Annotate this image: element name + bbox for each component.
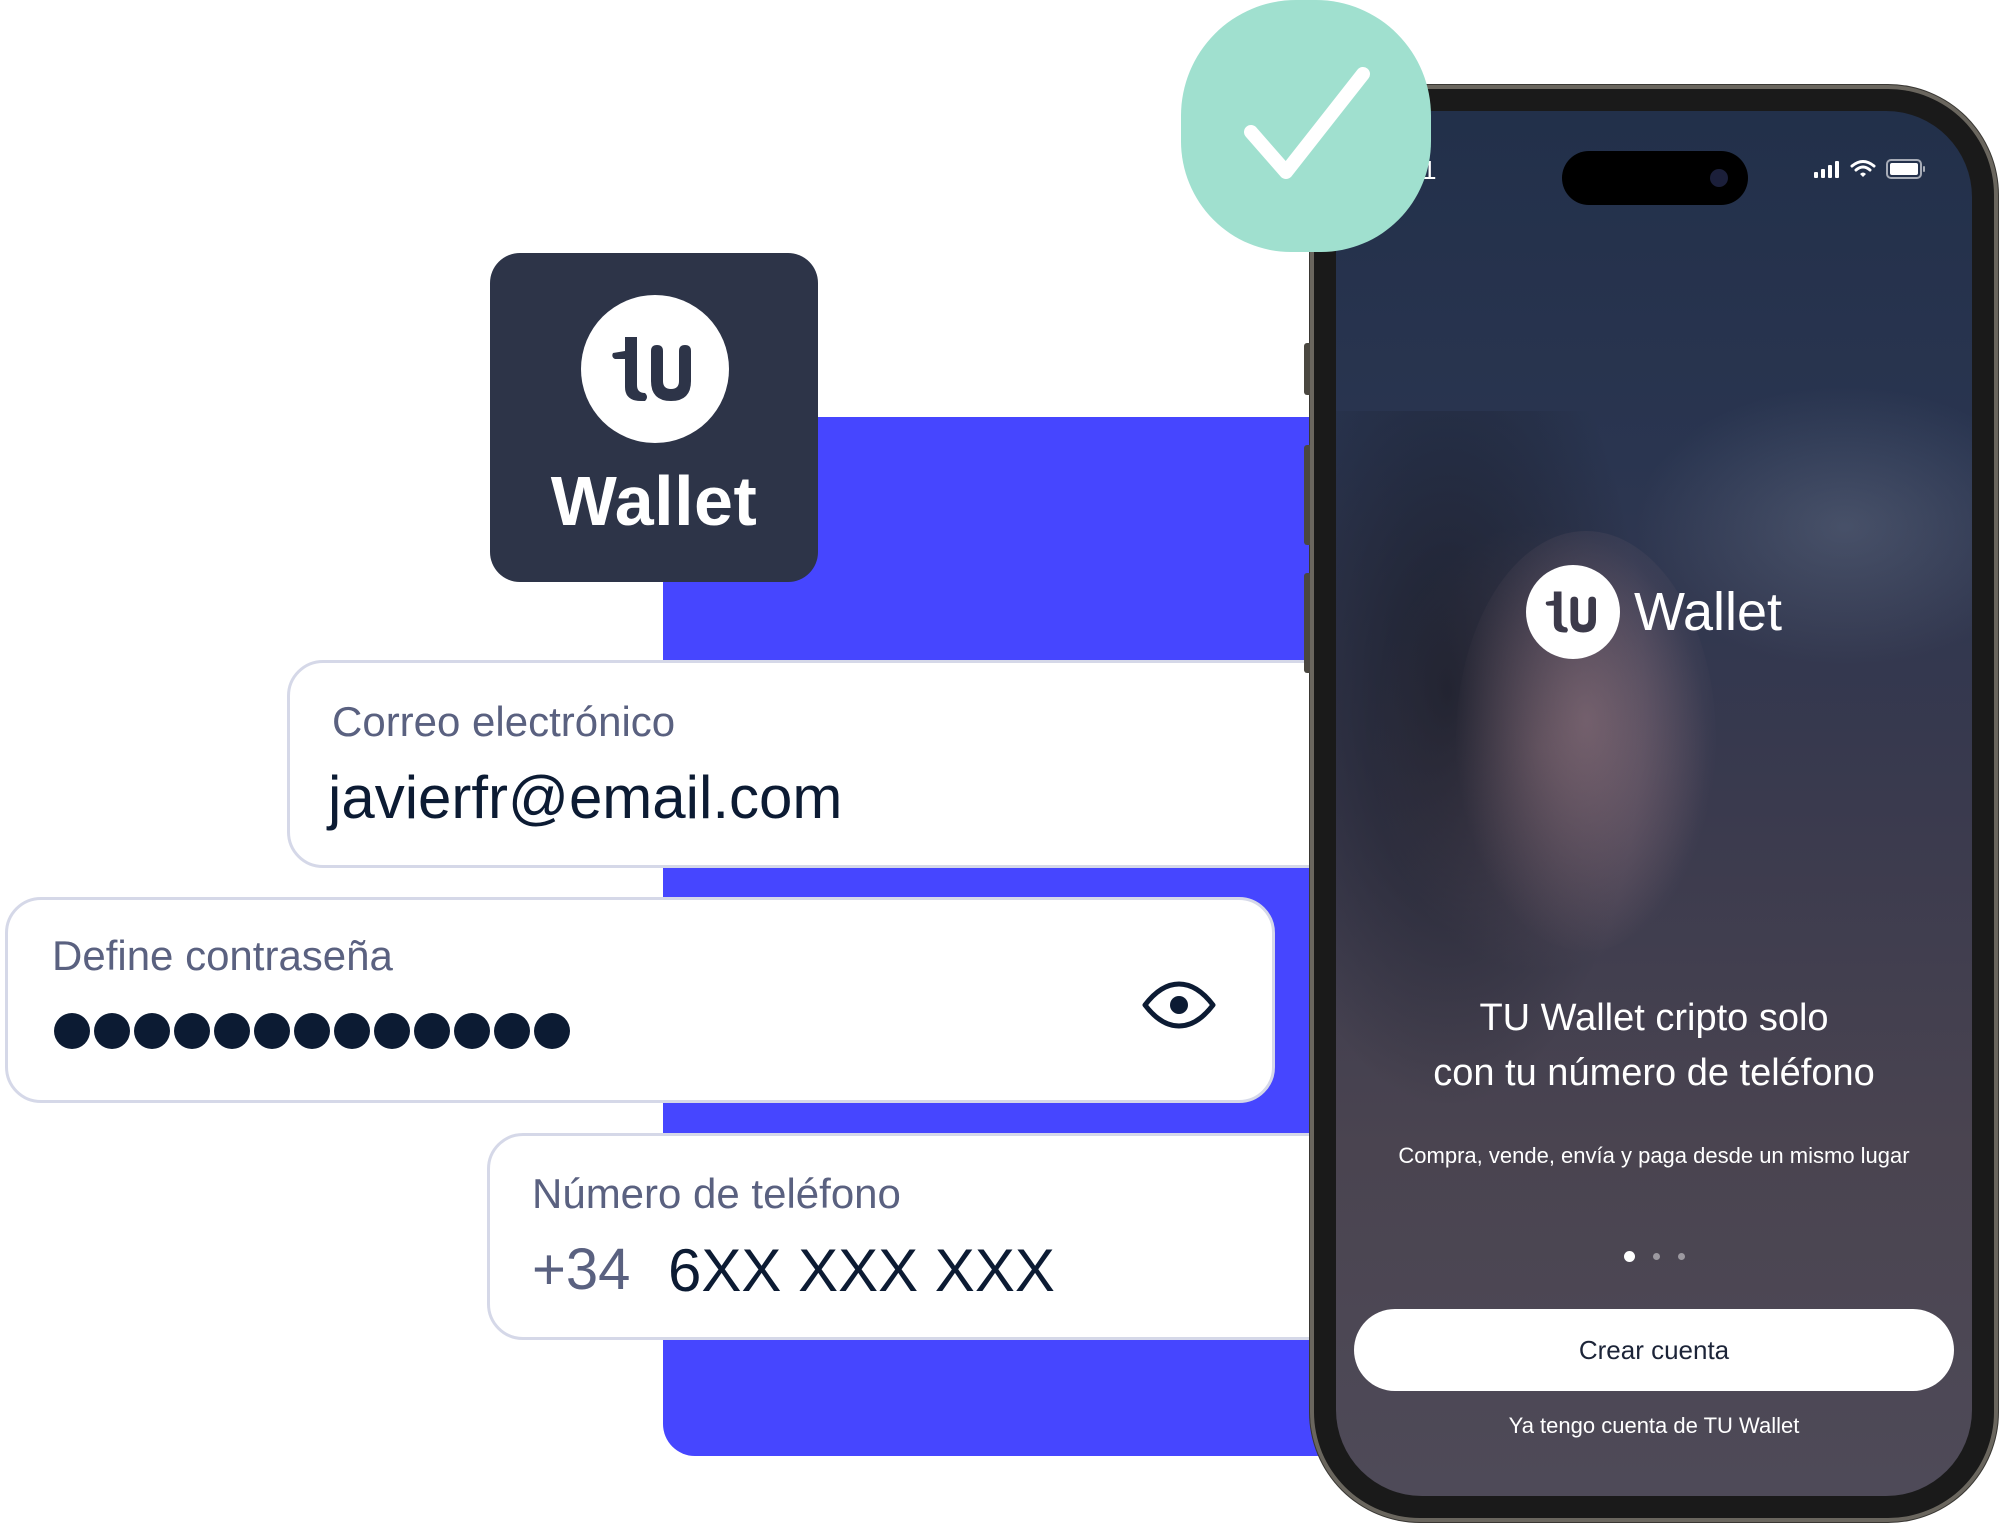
email-label: Correo electrónico	[332, 698, 676, 745]
password-mask-dot	[334, 1013, 370, 1049]
password-mask-dot	[294, 1013, 330, 1049]
camera-icon	[1710, 169, 1728, 187]
wifi-icon	[1850, 160, 1876, 177]
checkmark-icon	[1244, 67, 1370, 179]
volume-up-button	[1304, 445, 1310, 545]
headline-line-2: con tu número de teléfono	[1433, 1052, 1875, 1094]
password-mask-dot	[454, 1013, 490, 1049]
create-account-button[interactable]: Crear cuenta	[1354, 1309, 1954, 1391]
eye-icon[interactable]	[1141, 980, 1217, 1030]
password-mask-dot	[254, 1013, 290, 1049]
status-icons	[1814, 159, 1926, 179]
password-mask-dot	[54, 1013, 90, 1049]
tu-wallet-app-tile: Wallet	[490, 253, 818, 582]
pager-dot[interactable]	[1652, 1253, 1660, 1260]
success-badge	[1181, 0, 1431, 252]
tile-brand-name: Wallet	[550, 462, 758, 540]
password-label: Define contraseña	[52, 932, 393, 979]
password-mask-dot	[534, 1013, 570, 1049]
pager-dot[interactable]	[1623, 1251, 1635, 1262]
tu-logo-icon	[581, 295, 729, 443]
phone-screen: 1 Wallet TU Wallet cripto solo con tu nú…	[1336, 111, 1972, 1496]
password-mask-dot	[174, 1013, 210, 1049]
headline-line-1: TU Wallet cripto solo	[1479, 997, 1829, 1039]
app-logo: Wallet	[1336, 565, 1972, 659]
volume-down-button	[1304, 573, 1310, 673]
onboarding-subtitle: Compra, vende, envía y paga desde un mis…	[1398, 1143, 1910, 1168]
password-mask-dot	[94, 1013, 130, 1049]
carousel-pager	[1336, 1251, 1972, 1262]
tu-logo-icon	[1525, 565, 1620, 659]
onboarding-headline: TU Wallet cripto solo con tu número de t…	[1336, 991, 1972, 1101]
phone-label: Número de teléfono	[532, 1170, 901, 1217]
password-mask-dot	[134, 1013, 170, 1049]
password-mask-dot	[214, 1013, 250, 1049]
tu-logo-glyph	[1545, 591, 1596, 633]
action-button	[1304, 343, 1310, 395]
password-mask-dot	[494, 1013, 530, 1049]
battery-icon	[1886, 159, 1925, 179]
app-logo-text: Wallet	[1633, 582, 1783, 642]
tu-logo-glyph	[612, 337, 691, 401]
password-mask-dot	[414, 1013, 450, 1049]
smartphone-mockup: 1 Wallet TU Wallet cripto solo con tu nú…	[1304, 85, 1998, 1522]
password-mask[interactable]	[54, 1013, 570, 1049]
email-field[interactable]: Correo electrónico javierfr@email.com	[287, 660, 1367, 868]
country-code[interactable]: +34	[532, 1236, 630, 1303]
password-mask-dot	[374, 1013, 410, 1049]
pager-dot[interactable]	[1677, 1253, 1685, 1260]
phone-value[interactable]: 6XX XXX XXX	[668, 1236, 1055, 1305]
signal-icon	[1814, 161, 1839, 178]
email-value[interactable]: javierfr@email.com	[328, 763, 842, 832]
password-field[interactable]: Define contraseña	[5, 897, 1275, 1103]
dynamic-island	[1562, 151, 1748, 205]
phone-number-field[interactable]: Número de teléfono +34 6XX XXX XXX	[487, 1133, 1367, 1340]
existing-account-link[interactable]: Ya tengo cuenta de TU Wallet	[1336, 1413, 1972, 1439]
